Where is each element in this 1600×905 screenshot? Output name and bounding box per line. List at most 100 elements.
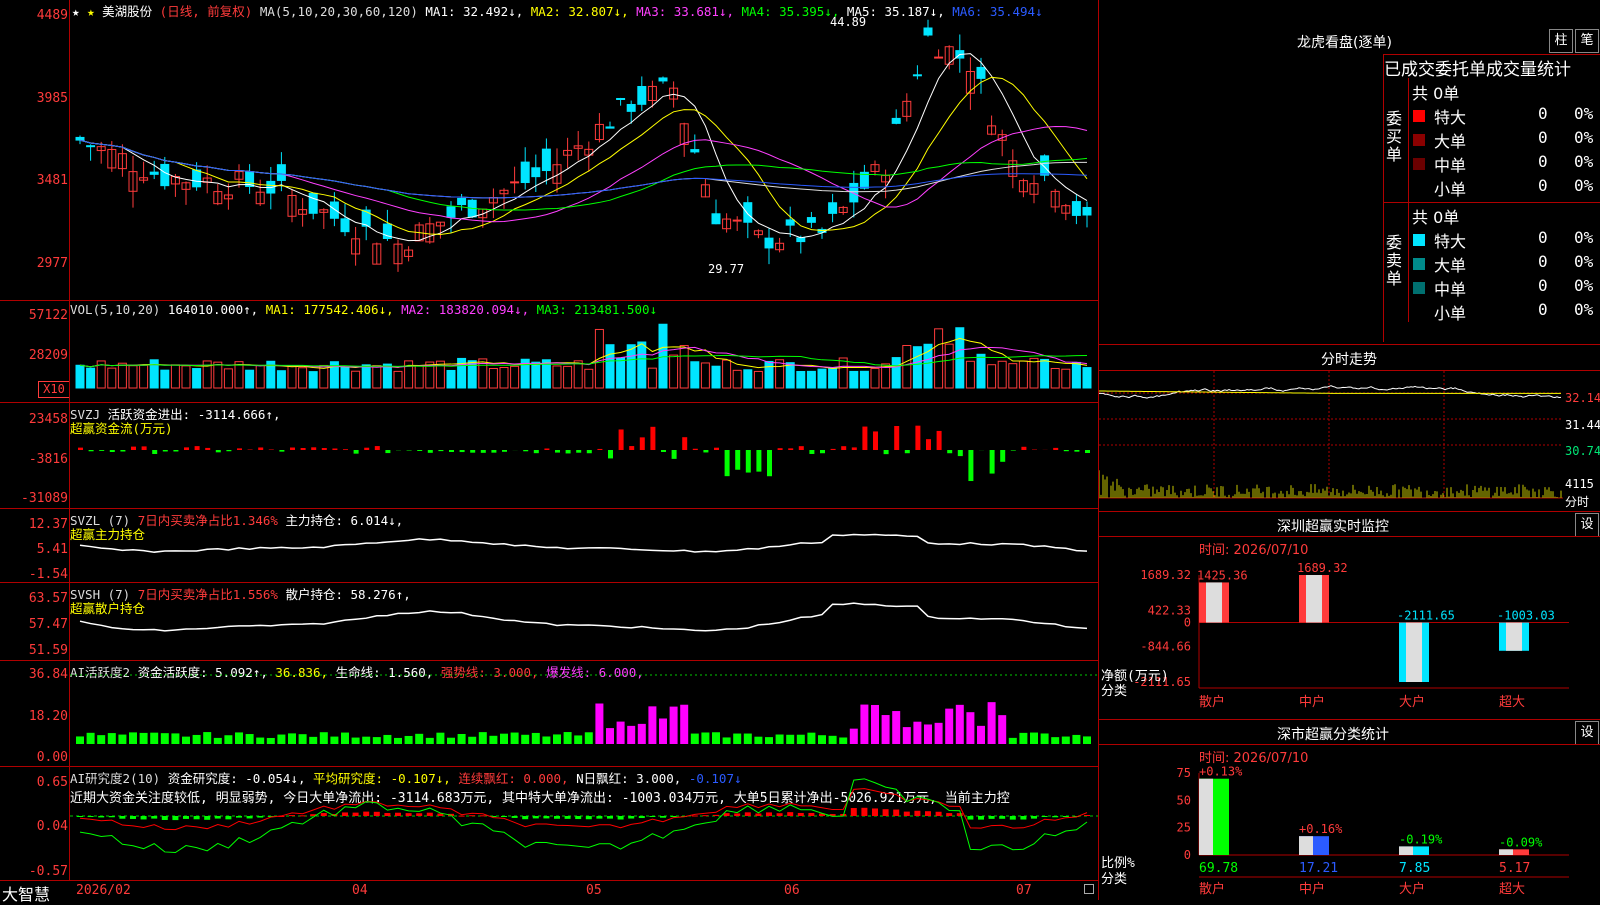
order-percent: 0% xyxy=(1574,228,1593,247)
research-bar xyxy=(342,812,348,816)
volume-bar xyxy=(776,360,784,388)
intraday-vol-max: 4115 xyxy=(1565,477,1594,491)
svzl-chart[interactable] xyxy=(70,508,1098,582)
flow-bar-highlight xyxy=(1306,575,1322,623)
volume-bar xyxy=(224,369,232,388)
volume-bar xyxy=(691,362,699,388)
flow-bar xyxy=(131,447,136,450)
research-bar xyxy=(416,813,422,816)
activity-bar xyxy=(426,738,434,744)
candle-body xyxy=(161,164,169,185)
sz-class-settings-button[interactable]: 设 xyxy=(1575,721,1599,745)
activity-bar xyxy=(405,736,413,744)
volume-bar xyxy=(1019,361,1027,388)
volume-bar xyxy=(797,372,805,388)
volume-bar xyxy=(129,366,137,388)
volume-bar xyxy=(839,358,847,388)
research-line xyxy=(80,789,1087,830)
bar-mode-button[interactable]: 柱 xyxy=(1549,29,1573,53)
order-row: 特大00% xyxy=(1408,228,1600,252)
flow-bar xyxy=(460,450,465,452)
flow-bar xyxy=(714,448,719,450)
order-percent: 0% xyxy=(1574,252,1593,271)
volume-bar xyxy=(246,370,254,388)
activity-bar xyxy=(924,724,932,744)
category-label: 散户 xyxy=(1199,881,1225,897)
activity-bar xyxy=(903,727,911,744)
tick-mode-button[interactable]: 笔 xyxy=(1575,29,1599,53)
volume-bar xyxy=(1041,359,1049,388)
volume-bar xyxy=(850,371,858,388)
activity-bar xyxy=(246,734,254,744)
date-label: 2026/02 xyxy=(76,883,131,898)
research-bar xyxy=(989,816,995,819)
order-row: 大单00% xyxy=(1408,128,1600,152)
activity-bar xyxy=(617,722,625,744)
candlestick-chart[interactable] xyxy=(70,0,1098,300)
category-label: 大户 xyxy=(1399,694,1425,710)
research-bar xyxy=(480,815,486,816)
flow-bar xyxy=(682,437,687,450)
flow-bar xyxy=(184,447,189,450)
research-bar xyxy=(893,810,899,816)
candle-body xyxy=(87,146,95,147)
ratio-value: 17.21 xyxy=(1299,861,1338,876)
flow-bar xyxy=(926,439,931,450)
lock-icon[interactable] xyxy=(1084,884,1094,894)
intraday-axis: 30.74 xyxy=(1565,444,1600,458)
flow-bar xyxy=(958,450,963,456)
research-bar xyxy=(724,813,730,816)
flow-value-label: 1425.36 xyxy=(1197,568,1248,582)
intraday-chart[interactable] xyxy=(1099,371,1600,509)
date-label: 05 xyxy=(586,883,602,898)
activity-bar xyxy=(553,734,561,744)
research-bar xyxy=(565,816,571,819)
flow-bar xyxy=(534,450,539,453)
research-bar xyxy=(353,813,359,816)
vol-axis-2: 28209 xyxy=(0,348,68,363)
flow-bar xyxy=(629,446,634,450)
candle-body xyxy=(521,162,529,182)
svzj-chart[interactable] xyxy=(70,402,1098,508)
order-count: 0 xyxy=(1538,128,1548,147)
research-bar xyxy=(151,816,157,819)
activity-bar xyxy=(373,737,381,744)
research-bar xyxy=(575,816,581,819)
research-bar xyxy=(225,816,231,819)
flow-bar xyxy=(491,450,496,453)
ratio-bar-highlight xyxy=(1199,779,1213,855)
volume-chart[interactable] xyxy=(70,300,1098,402)
ai-activity-chart[interactable] xyxy=(70,660,1098,766)
activity-bar xyxy=(182,737,190,744)
category-label: 超大 xyxy=(1499,882,1525,897)
flow-bar xyxy=(301,448,306,450)
activity-bar xyxy=(394,738,402,744)
research-bar xyxy=(384,813,390,816)
research-bar xyxy=(162,816,168,820)
svsh-chart[interactable] xyxy=(70,582,1098,660)
activity-bar xyxy=(479,732,487,744)
candle-body xyxy=(829,203,837,214)
research-bar xyxy=(914,811,920,816)
flow-bar xyxy=(78,448,83,450)
research-bar xyxy=(554,816,560,819)
sz-monitor-settings-button[interactable]: 设 xyxy=(1575,513,1599,537)
research-bar xyxy=(745,812,751,816)
ai-research-chart[interactable] xyxy=(70,766,1098,880)
research-bar xyxy=(459,816,465,817)
color-swatch xyxy=(1413,110,1425,122)
research-bar xyxy=(734,813,740,816)
research-bar xyxy=(586,816,592,819)
candle-body xyxy=(913,75,921,76)
kline-area[interactable]: ★ ★ 美湖股份 (日线, 前复权) MA(5,10,20,30,60,120)… xyxy=(0,0,1098,880)
svzl-axis-3: -1.54 xyxy=(0,567,68,582)
ai2-axis-2: 18.20 xyxy=(0,709,68,724)
research-bar xyxy=(702,815,708,816)
flow-bar xyxy=(884,450,889,454)
activity-bar xyxy=(224,735,232,744)
volume-bar xyxy=(892,358,900,388)
research-bar xyxy=(512,816,518,818)
research-bar xyxy=(522,816,528,819)
research-bar xyxy=(215,816,221,819)
research-bar xyxy=(671,816,677,817)
